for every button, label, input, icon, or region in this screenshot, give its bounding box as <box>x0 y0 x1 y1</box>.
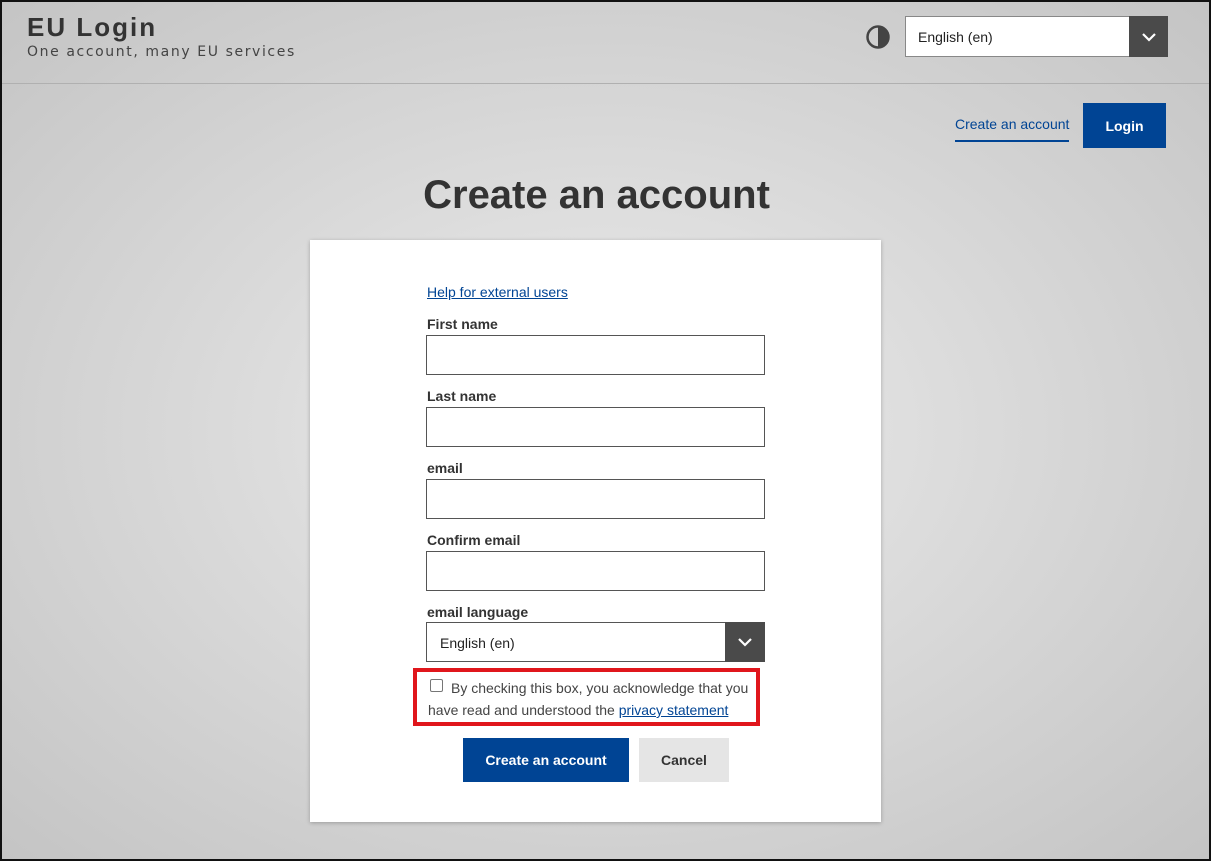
chevron-down-icon <box>1129 16 1168 57</box>
last-name-label: Last name <box>427 388 497 404</box>
help-external-users-link[interactable]: Help for external users <box>427 284 568 300</box>
first-name-label: First name <box>427 316 498 332</box>
email-label: email <box>427 460 463 476</box>
privacy-statement-link[interactable]: privacy statement <box>619 702 729 718</box>
registration-form: Help for external users First name Last … <box>310 240 881 822</box>
login-button[interactable]: Login <box>1083 103 1166 148</box>
cancel-button[interactable]: Cancel <box>639 738 729 782</box>
confirm-email-label: Confirm email <box>427 532 521 548</box>
email-field[interactable] <box>426 479 765 519</box>
privacy-consent-text: By checking this box, you acknowledge th… <box>428 677 758 721</box>
site-header: EU Login One account, many EU services E… <box>2 2 1209 84</box>
site-subtitle: One account, many EU services <box>27 44 296 60</box>
first-name-field[interactable] <box>426 335 765 375</box>
chevron-down-icon <box>725 622 765 662</box>
contrast-icon[interactable] <box>865 24 891 50</box>
email-language-value: English (en) <box>440 635 515 651</box>
email-language-select[interactable]: English (en) <box>426 622 765 662</box>
language-select[interactable]: English (en) <box>905 16 1168 57</box>
email-language-label: email language <box>427 604 529 620</box>
language-select-value: English (en) <box>918 29 993 45</box>
create-account-link[interactable]: Create an account <box>955 116 1070 142</box>
page-title: Create an account <box>423 173 770 217</box>
create-account-button[interactable]: Create an account <box>463 738 629 782</box>
site-title: EU Login <box>27 12 158 42</box>
confirm-email-field[interactable] <box>426 551 765 591</box>
last-name-field[interactable] <box>426 407 765 447</box>
privacy-consent-highlight: By checking this box, you acknowledge th… <box>413 668 760 726</box>
